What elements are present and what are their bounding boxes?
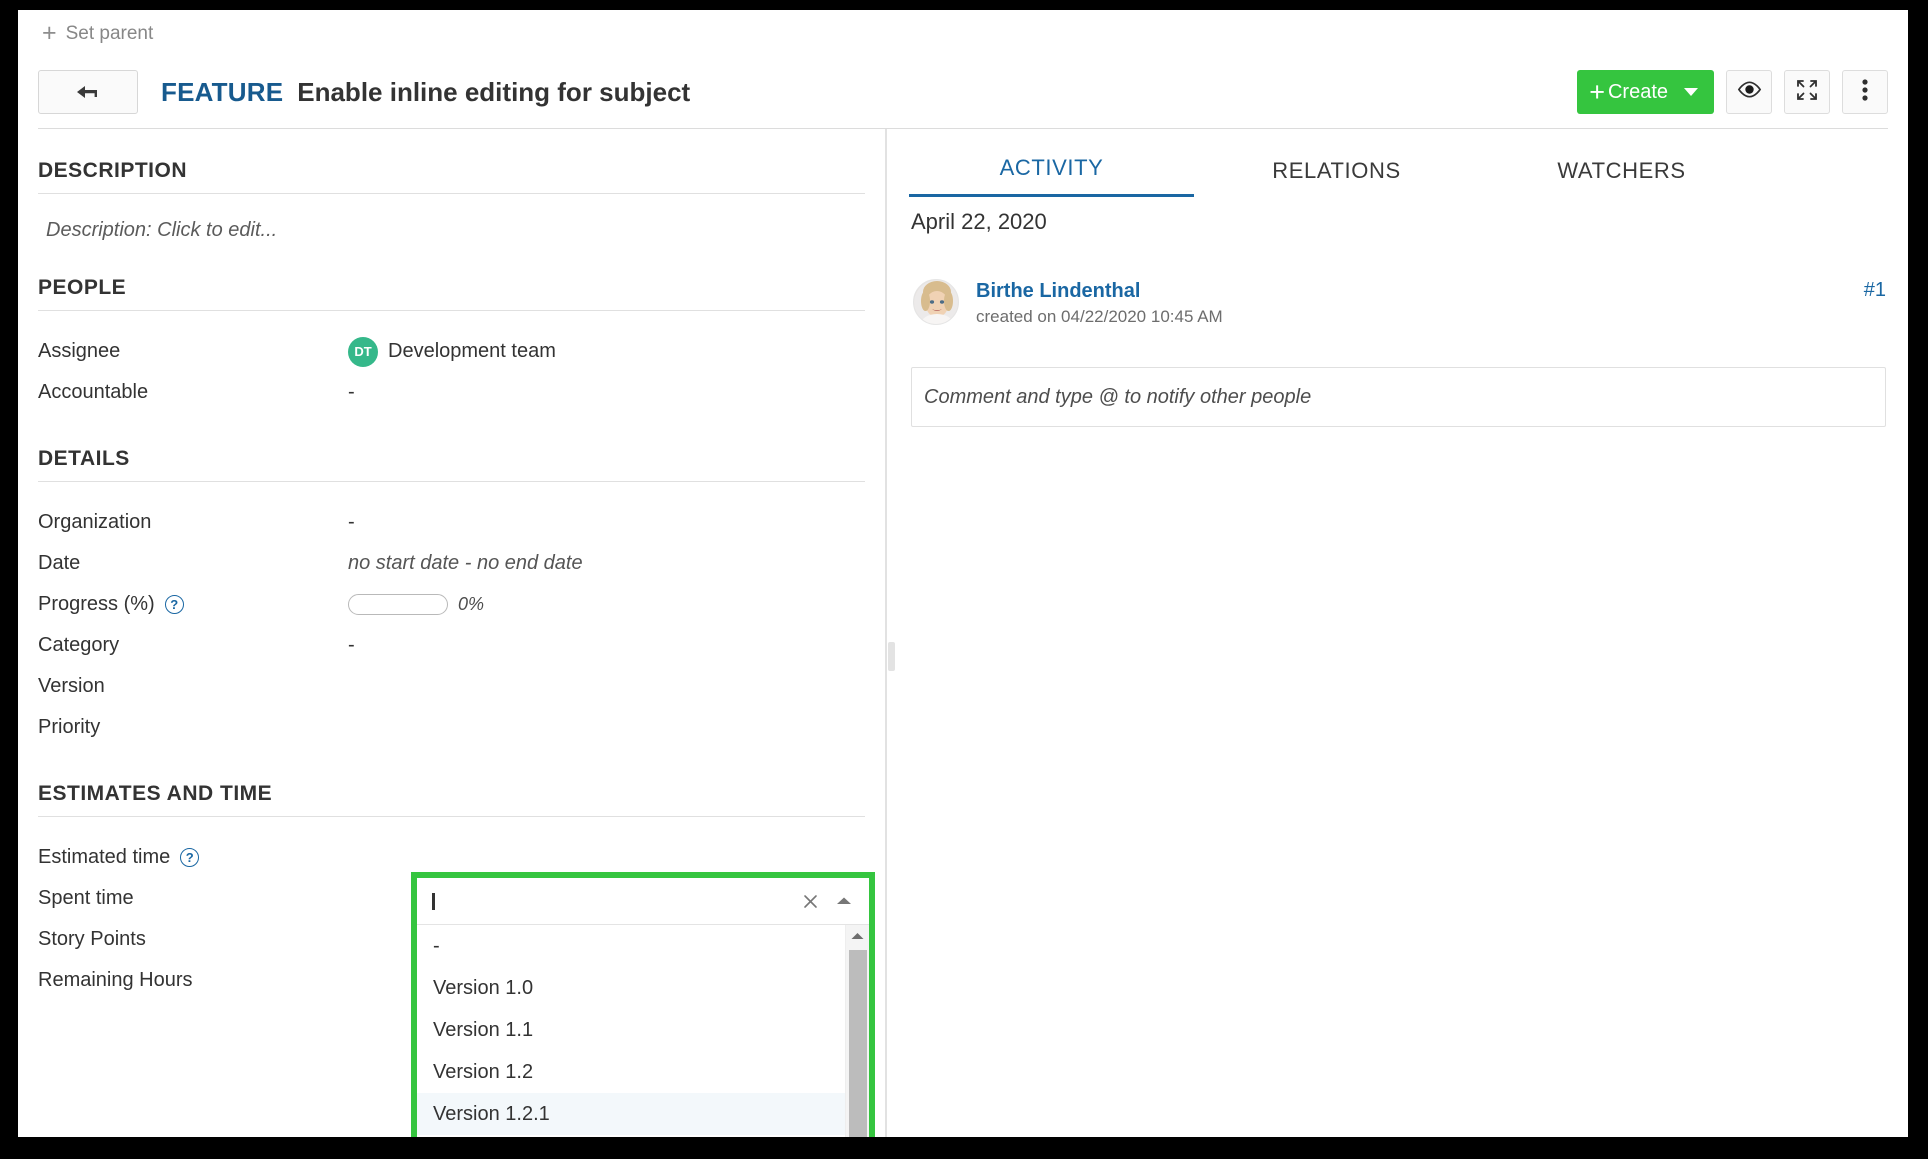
activity-text-block: Birthe Lindenthal created on 04/22/2020 … [976, 279, 1223, 327]
section-divider [38, 816, 865, 817]
activity-date-heading: April 22, 2020 [909, 197, 1888, 235]
text-cursor [431, 893, 444, 910]
tab-activity[interactable]: ACTIVITY [909, 155, 1194, 197]
tab-bar: ACTIVITY RELATIONS WATCHERS [909, 129, 1888, 197]
date-label: Date [38, 552, 348, 575]
version-option[interactable]: Version 2.0 [417, 1135, 845, 1137]
progress-bar[interactable] [348, 594, 448, 615]
version-input-row[interactable] [417, 878, 869, 925]
set-parent-button[interactable]: + Set parent [42, 23, 153, 43]
tab-relations[interactable]: RELATIONS [1194, 158, 1479, 197]
version-option[interactable]: Version 1.2 [417, 1051, 845, 1093]
activity-author[interactable]: Birthe Lindenthal [976, 279, 1223, 304]
version-dropdown: - Version 1.0 Version 1.1 Version 1.2 Ve… [411, 872, 875, 1137]
assignee-name: Development team [388, 340, 556, 363]
attribute-row-organization: Organization - [38, 502, 865, 543]
attribute-row-date: Date no start date - no end date [38, 543, 865, 584]
progress-label-text: Progress (%) [38, 593, 155, 616]
activity-entry: Birthe Lindenthal created on 04/22/2020 … [909, 235, 1888, 327]
work-package-title-bar: FEATURE Enable inline editing for subjec… [18, 56, 1908, 128]
attribute-row-category: Category - [38, 625, 865, 666]
organization-value[interactable]: - [348, 511, 355, 534]
work-package-type[interactable]: FEATURE [161, 77, 283, 108]
pane-splitter[interactable] [885, 129, 887, 1137]
close-icon[interactable] [797, 888, 823, 914]
chevron-up-icon[interactable] [831, 888, 857, 914]
assignee-value[interactable]: DT Development team [348, 337, 556, 367]
title-actions: + Create [1577, 70, 1888, 114]
more-vertical-icon [1862, 78, 1868, 107]
tab-watchers[interactable]: WATCHERS [1479, 158, 1764, 197]
set-parent-label: Set parent [66, 24, 154, 43]
spent-time-label: Spent time [38, 887, 348, 910]
back-arrow-icon [76, 84, 100, 101]
description-field[interactable]: Description: Click to edit... [38, 214, 865, 242]
attribute-row-progress: Progress (%) ? 0% [38, 584, 865, 625]
details-section-title: DETAILS [38, 447, 865, 471]
eye-icon [1737, 81, 1762, 103]
estimated-time-label-text: Estimated time [38, 846, 170, 869]
section-divider [38, 481, 865, 482]
attribute-row-accountable: Accountable - [38, 372, 865, 413]
version-option[interactable]: Version 1.0 [417, 967, 845, 1009]
create-button[interactable]: + Create [1577, 70, 1714, 114]
title-group: FEATURE Enable inline editing for subjec… [161, 77, 690, 108]
category-value[interactable]: - [348, 634, 355, 657]
main-split: DESCRIPTION Description: Click to edit..… [18, 129, 1908, 1137]
comment-input[interactable]: Comment and type @ to notify other peopl… [911, 367, 1886, 427]
more-options-button[interactable] [1842, 70, 1888, 114]
accountable-value[interactable]: - [348, 381, 355, 404]
dropdown-scrollbar[interactable] [845, 925, 869, 1137]
work-package-subject[interactable]: Enable inline editing for subject [297, 77, 690, 108]
avatar[interactable] [913, 279, 959, 325]
progress-percent: 0% [458, 594, 484, 615]
plus-icon: + [1589, 83, 1605, 102]
date-value[interactable]: no start date - no end date [348, 552, 583, 575]
version-option[interactable]: Version 1.1 [417, 1009, 845, 1051]
attribute-row-assignee: Assignee DT Development team [38, 331, 865, 372]
splitter-handle[interactable] [888, 642, 895, 671]
activity-pane: ACTIVITY RELATIONS WATCHERS April 22, 20… [887, 129, 1908, 1137]
priority-label: Priority [38, 716, 348, 739]
help-icon[interactable]: ? [180, 848, 199, 867]
accountable-label: Accountable [38, 381, 348, 404]
scroll-up-arrow-icon[interactable] [846, 925, 869, 947]
scrollbar-thumb[interactable] [849, 950, 867, 1137]
progress-label: Progress (%) ? [38, 593, 348, 616]
set-parent-row: + Set parent [18, 10, 1908, 56]
section-divider [38, 310, 865, 311]
version-option[interactable]: - [417, 925, 845, 967]
attribute-row-priority: Priority [38, 707, 865, 748]
progress-value[interactable]: 0% [348, 594, 484, 615]
create-button-label: Create [1608, 81, 1668, 104]
organization-label: Organization [38, 511, 348, 534]
attribute-row-version: Version [38, 666, 865, 707]
fullscreen-icon [1795, 78, 1819, 107]
work-package-window: + Set parent FEATURE Enable inline editi… [18, 10, 1908, 1137]
back-button[interactable] [38, 70, 138, 114]
remaining-hours-label: Remaining Hours [38, 969, 348, 992]
fullscreen-button[interactable] [1784, 70, 1830, 114]
avatar: DT [348, 337, 378, 367]
people-section-title: PEOPLE [38, 276, 865, 300]
help-icon[interactable]: ? [165, 595, 184, 614]
assignee-label: Assignee [38, 340, 348, 363]
activity-timestamp: created on 04/22/2020 10:45 AM [976, 307, 1223, 327]
version-label: Version [38, 675, 348, 698]
category-label: Category [38, 634, 348, 657]
version-option-selected[interactable]: Version 1.2.1 [417, 1093, 845, 1135]
section-divider [38, 193, 865, 194]
story-points-label: Story Points [38, 928, 348, 951]
activity-number[interactable]: #1 [1864, 279, 1886, 302]
estimated-time-label: Estimated time ? [38, 846, 348, 869]
watch-button[interactable] [1726, 70, 1772, 114]
description-section-title: DESCRIPTION [38, 159, 865, 183]
estimates-section-title: ESTIMATES AND TIME [38, 782, 865, 806]
version-option-list: - Version 1.0 Version 1.1 Version 1.2 Ve… [417, 925, 869, 1137]
plus-icon: + [42, 23, 57, 43]
chevron-down-icon [1684, 88, 1698, 96]
